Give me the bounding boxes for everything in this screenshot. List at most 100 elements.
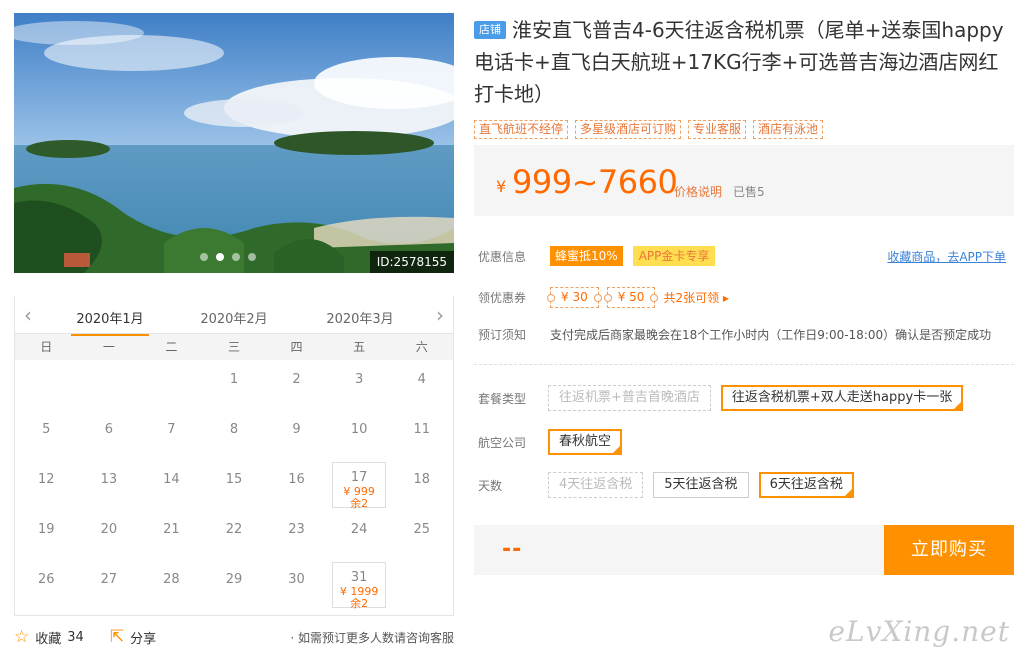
day-remaining: 余2 bbox=[350, 497, 369, 510]
calendar-day-available[interactable]: 31 ¥ 1999 余2 bbox=[331, 562, 387, 610]
coupon-30[interactable]: ¥ 30 bbox=[547, 287, 602, 308]
calendar-day: 12 bbox=[15, 460, 78, 510]
product-title-text: 淮安直飞普吉4-6天往返含税机票（尾单+送泰国happy电话卡+直飞白天航班+1… bbox=[474, 18, 1004, 106]
day-number: 28 bbox=[163, 572, 180, 587]
day-remaining: 余2 bbox=[350, 597, 369, 610]
tab-month-1[interactable]: 2020年1月 bbox=[55, 308, 165, 336]
calendar-day: 29 bbox=[203, 560, 266, 610]
calendar-day bbox=[78, 360, 141, 410]
package-option[interactable]: 往返含税机票+双人走送happy卡一张 bbox=[720, 385, 964, 411]
calendar-day: 6 bbox=[78, 410, 141, 460]
favorite-app-link[interactable]: 收藏商品，去APP下单 bbox=[887, 248, 1006, 265]
airline-option[interactable]: 春秋航空 bbox=[548, 429, 623, 455]
feature-tag: 多星级酒店可订购 bbox=[575, 120, 682, 139]
calendar-day: 11 bbox=[390, 410, 453, 460]
photo-footer: ☆ 收藏 34 ⇱ 分享 · 如需预订更多人数请咨询客服 bbox=[14, 626, 454, 648]
chevron-left-icon[interactable]: ‹ bbox=[19, 304, 37, 326]
calendar-day: 14 bbox=[140, 460, 203, 510]
day-number: 21 bbox=[163, 522, 180, 537]
calendar-header: ‹ 2020年1月 2020年2月 2020年3月 › bbox=[15, 296, 453, 336]
airline-row: 航空公司 春秋航空 bbox=[478, 429, 632, 455]
tab-month-2[interactable]: 2020年2月 bbox=[179, 308, 289, 327]
calendar-day: 15 bbox=[203, 460, 266, 510]
day-number: 31 bbox=[350, 570, 368, 585]
sold-count: 已售5 bbox=[733, 185, 765, 199]
photo-id-label: ID:2578155 bbox=[369, 251, 454, 273]
feature-tag: 酒店有泳池 bbox=[753, 120, 824, 139]
day-number: 15 bbox=[225, 472, 243, 487]
day-number: 26 bbox=[38, 572, 55, 587]
share-icon: ⇱ bbox=[109, 626, 125, 647]
calendar-day: 9 bbox=[265, 410, 328, 460]
shop-tag: 店铺 bbox=[474, 21, 506, 39]
weekday-label: 三 bbox=[227, 340, 240, 354]
calendar-day: 8 bbox=[203, 410, 266, 460]
calendar-day bbox=[140, 360, 203, 410]
calendar-day bbox=[15, 360, 78, 410]
day-number: 29 bbox=[225, 572, 243, 587]
star-icon: ☆ bbox=[14, 626, 30, 647]
calendar-day-available[interactable]: 17 ¥ 999 余2 bbox=[331, 462, 387, 510]
weekday-label: 日 bbox=[40, 340, 53, 354]
buy-now-button[interactable]: 立即购买 bbox=[884, 525, 1014, 575]
product-photo[interactable]: ID:2578155 bbox=[14, 13, 454, 273]
carousel-dot[interactable] bbox=[200, 253, 208, 261]
calendar-day: 23 bbox=[265, 510, 328, 560]
carousel-dot[interactable] bbox=[248, 253, 256, 261]
days-option[interactable]: 5天往返含税 bbox=[653, 472, 749, 498]
coupon-50[interactable]: ¥ 50 bbox=[603, 287, 659, 308]
calendar-day-grid: 1 2 3 4 5 6 7 8 9 10 11 12 13 14 15 16 17 ¥ 999 余2 18 19 20 21… bbox=[15, 360, 453, 610]
calendar-day: 13 bbox=[78, 460, 141, 510]
favorite-button[interactable]: ☆ 收藏 34 bbox=[14, 628, 84, 647]
day-number: 19 bbox=[38, 522, 55, 537]
share-button[interactable]: ⇱ 分享 bbox=[110, 628, 156, 647]
day-number: 4 bbox=[417, 372, 426, 387]
price-explain-link[interactable]: 价格说明 bbox=[674, 183, 722, 200]
calendar-day bbox=[390, 560, 453, 610]
days-option[interactable]: 6天往返含税 bbox=[758, 472, 854, 498]
day-number: 11 bbox=[413, 422, 430, 437]
weekday-label: 五 bbox=[353, 340, 366, 354]
calendar-day: 4 bbox=[390, 360, 453, 410]
package-option[interactable]: 往返机票+普吉首晚酒店 bbox=[548, 385, 711, 411]
calendar-day: 10 bbox=[328, 410, 391, 460]
calendar-day: 25 bbox=[390, 510, 453, 560]
calendar-day: 24 bbox=[328, 510, 391, 560]
calendar-day: 1 bbox=[203, 360, 266, 410]
calendar-day: 5 bbox=[15, 410, 78, 460]
calendar-day: 19 bbox=[15, 510, 78, 560]
chevron-right-icon[interactable]: › bbox=[431, 304, 449, 326]
coupons-more-link[interactable]: 共2张可领 ▸ bbox=[663, 289, 728, 306]
date-calendar: ‹ 2020年1月 2020年2月 2020年3月 › 日一二三四五六 1234… bbox=[14, 296, 454, 616]
feature-tags: 直飞航班不经停 多星级酒店可订购 专业客服 酒店有泳池 bbox=[474, 120, 1014, 139]
day-number: 12 bbox=[38, 472, 55, 487]
carousel-dot-active[interactable] bbox=[216, 253, 224, 261]
day-number: 7 bbox=[167, 422, 176, 437]
days-option[interactable]: 4天往返含税 bbox=[548, 472, 644, 498]
days-label: 天数 bbox=[478, 478, 503, 493]
package-type-label: 套餐类型 bbox=[478, 391, 527, 406]
calendar-day: 26 bbox=[15, 560, 78, 610]
calendar-day: 27 bbox=[78, 560, 141, 610]
notice-text: 支付完成后商家最晚会在18个工作小时内（工作日9:00-18:00）确认是否预定… bbox=[550, 328, 992, 342]
weekday-label: 二 bbox=[165, 340, 178, 354]
calendar-day: 16 bbox=[265, 460, 328, 510]
calendar-day: 2 bbox=[265, 360, 328, 410]
carousel-dot[interactable] bbox=[232, 253, 240, 261]
offers-label: 优惠信息 bbox=[478, 249, 527, 264]
tab-month-3[interactable]: 2020年3月 bbox=[305, 308, 415, 327]
price-panel: ¥ 999~7660 价格说明 已售5 bbox=[474, 145, 1014, 216]
airline-label: 航空公司 bbox=[478, 435, 527, 450]
weekday-label: 一 bbox=[102, 340, 115, 354]
day-number: 17 bbox=[350, 470, 368, 485]
price-currency: ¥ bbox=[496, 177, 507, 196]
day-number: 18 bbox=[413, 472, 430, 487]
day-number: 16 bbox=[288, 472, 305, 487]
coupons-row: 领优惠券 ¥ 30 ¥ 50 共2张可领 ▸ bbox=[478, 287, 729, 308]
day-number: 9 bbox=[292, 422, 301, 437]
day-number: 3 bbox=[354, 372, 364, 387]
calendar-weekday-row: 日一二三四五六 bbox=[15, 334, 453, 360]
price-range: 999~7660 bbox=[512, 163, 678, 201]
feature-tag: 直飞航班不经停 bbox=[474, 120, 569, 139]
favorite-count: 34 bbox=[67, 629, 84, 645]
